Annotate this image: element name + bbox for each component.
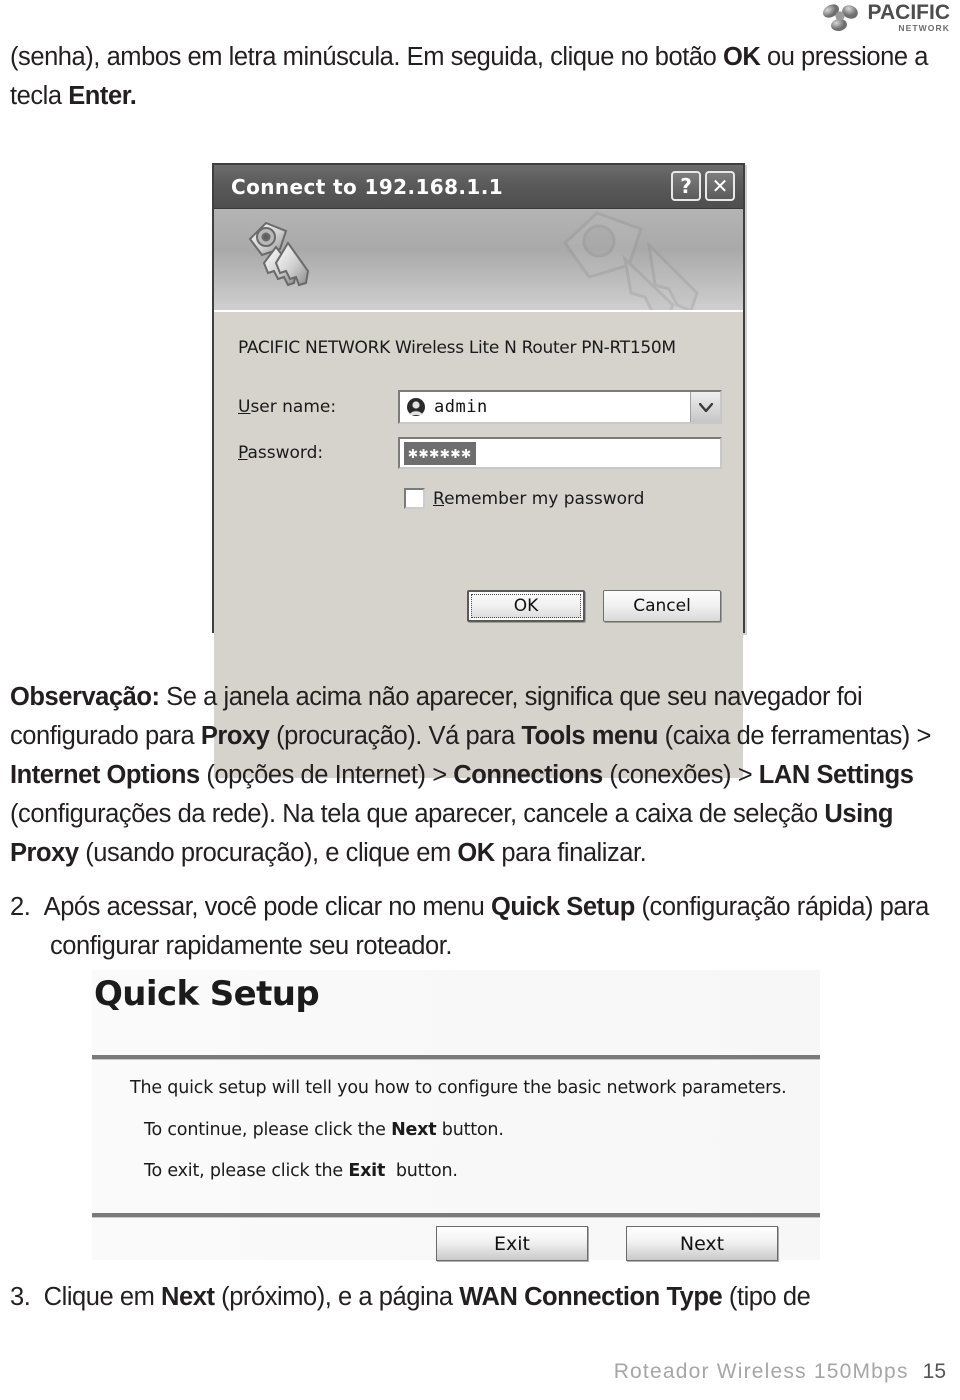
page-number: 15 bbox=[922, 1360, 946, 1383]
pacific-propeller-icon bbox=[822, 4, 858, 32]
close-icon[interactable]: ✕ bbox=[705, 171, 735, 201]
next-button[interactable]: Next bbox=[626, 1226, 778, 1261]
quick-setup-line-2: To continue, please click the Next butto… bbox=[144, 1120, 504, 1140]
step-3-paragraph: 3. Clique em Next (próximo), e a página … bbox=[10, 1283, 811, 1311]
ok-button[interactable]: OK bbox=[467, 590, 585, 622]
remember-password-row[interactable]: Remember my password bbox=[404, 488, 644, 509]
key-watermark-icon bbox=[563, 211, 699, 310]
password-row: Password: ✱✱✱✱✱✱ bbox=[238, 437, 722, 469]
footer-product-line: Roteador Wireless 150Mbps bbox=[613, 1360, 909, 1383]
quick-setup-panel: Quick Setup The quick setup will tell yo… bbox=[92, 970, 820, 1261]
username-input[interactable]: admin bbox=[398, 390, 722, 424]
quick-setup-line-1: The quick setup will tell you how to con… bbox=[130, 1078, 787, 1098]
brand-name: PACIFIC bbox=[867, 1, 950, 24]
remember-password-checkbox[interactable] bbox=[404, 488, 425, 509]
dialog-titlebar: Connect to 192.168.1.1 ? ✕ bbox=[214, 165, 743, 209]
connect-credentials-dialog: Connect to 192.168.1.1 ? ✕ PACIFIC NETWO… bbox=[212, 163, 745, 778]
password-input[interactable]: ✱✱✱✱✱✱ bbox=[398, 437, 722, 469]
brand-subtitle: NETWORK bbox=[898, 23, 950, 33]
dialog-banner bbox=[214, 209, 743, 312]
observation-paragraph: Observação: Se a janela acima não aparec… bbox=[10, 683, 931, 867]
dialog-button-bar: OK Cancel bbox=[214, 590, 743, 622]
quick-setup-title: Quick Setup bbox=[94, 974, 320, 1014]
username-row: User name: admin bbox=[238, 390, 722, 424]
dialog-title: Connect to 192.168.1.1 bbox=[231, 174, 504, 199]
password-value: ✱✱✱✱✱✱ bbox=[404, 441, 476, 465]
chevron-down-icon[interactable] bbox=[690, 392, 720, 422]
quick-setup-divider-top bbox=[92, 1055, 820, 1060]
page-footer: Roteador Wireless 150Mbps 15 bbox=[614, 1360, 946, 1384]
username-label: User name: bbox=[238, 397, 337, 417]
brand-wordmark: PACIFIC NETWORK bbox=[868, 2, 950, 33]
username-value: admin bbox=[434, 397, 488, 417]
quick-setup-line-3: To exit, please click the Exit button. bbox=[144, 1161, 458, 1181]
password-label: Password: bbox=[238, 443, 324, 463]
cancel-button[interactable]: Cancel bbox=[603, 590, 721, 622]
router-product-label: PACIFIC NETWORK Wireless Lite N Router P… bbox=[238, 338, 676, 358]
step-2-paragraph: 2. Após acessar, você pode clicar no men… bbox=[10, 893, 929, 960]
user-avatar-icon bbox=[407, 398, 425, 416]
dialog-caption-buttons: ? ✕ bbox=[671, 171, 735, 201]
help-button[interactable]: ? bbox=[671, 171, 701, 201]
quick-setup-divider-bottom bbox=[92, 1213, 820, 1218]
brand-logo: PACIFIC NETWORK bbox=[820, 2, 950, 33]
keys-icon bbox=[248, 221, 310, 287]
quick-setup-button-bar: Exit Next bbox=[92, 1226, 820, 1261]
exit-button[interactable]: Exit bbox=[436, 1226, 588, 1261]
intro-paragraph: (senha), ambos em letra minúscula. Em se… bbox=[10, 43, 928, 110]
remember-password-label: Remember my password bbox=[433, 488, 645, 509]
